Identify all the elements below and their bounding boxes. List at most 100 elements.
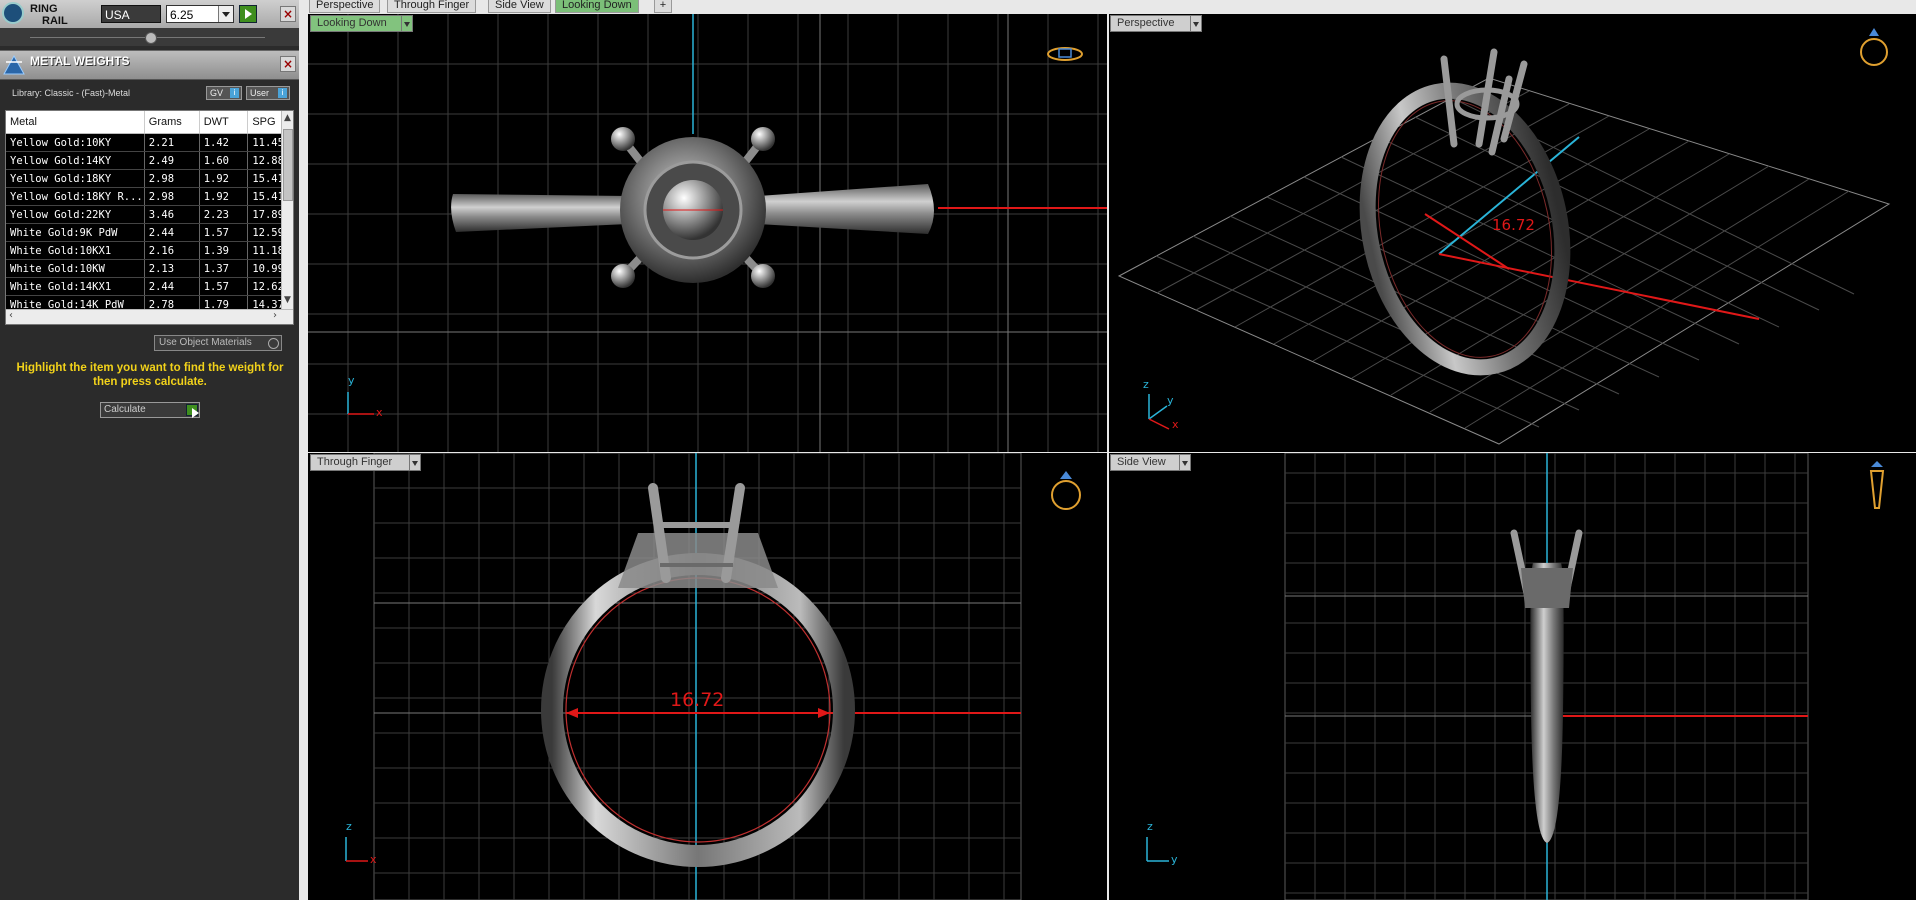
viewport-dropdown-icon[interactable]: [1190, 15, 1202, 32]
metal-weights-title: METAL WEIGHTS: [30, 54, 130, 68]
ring-orientation-icon: [1869, 461, 1885, 509]
axis-label-depth: y: [1167, 394, 1174, 407]
through-finger-scene: [345, 453, 1081, 900]
add-tab-icon[interactable]: +: [654, 0, 672, 13]
table-row[interactable]: Yellow Gold:18KY R... 2.98 1.92 15.41: [6, 187, 293, 206]
table-cell: 1.57: [199, 277, 249, 296]
viewport-dropdown-icon[interactable]: [409, 454, 421, 471]
table-cell: White Gold:14KX1: [6, 277, 145, 296]
table-row[interactable]: Yellow Gold:10KY 2.21 1.42 11.45: [6, 133, 293, 152]
calculate-button[interactable]: Calculate: [100, 402, 200, 418]
gv-toggle[interactable]: GV i: [206, 86, 242, 100]
metal-weights-table: Metal Grams DWT SPG Yellow Gold:10KY 2.21…: [5, 110, 294, 325]
ring-orientation-icon: [1047, 47, 1083, 61]
info-icon: i: [230, 88, 239, 98]
table-cell: 2.49: [144, 151, 200, 170]
tab-side-view[interactable]: Side View: [488, 0, 551, 13]
table-cell: Yellow Gold:22KY: [6, 205, 145, 224]
viewport-label-side-view[interactable]: Side View: [1110, 454, 1180, 471]
chevron-down-icon[interactable]: [218, 6, 233, 22]
close-ring-rail-icon[interactable]: ×: [280, 6, 296, 22]
table-cell: Yellow Gold:10KY: [6, 133, 145, 152]
table-row[interactable]: Yellow Gold:14KY 2.49 1.60 12.88: [6, 151, 293, 170]
left-panel: RING RAIL USA 6.25 × METAL WEIGHTS × Lib…: [0, 0, 299, 900]
table-row[interactable]: Yellow Gold:18KY 2.98 1.92 15.41: [6, 169, 293, 188]
apply-size-button[interactable]: [239, 5, 257, 23]
table-cell: 1.92: [199, 169, 249, 188]
axis-label-vertical: z: [1147, 820, 1153, 833]
scroll-down-icon[interactable]: ▼: [283, 295, 292, 309]
looking-down-scene: [308, 14, 1107, 452]
ring-size-dropdown[interactable]: 6.25: [166, 5, 234, 23]
play-icon: [186, 404, 199, 418]
use-object-materials-label: Use Object Materials: [159, 337, 252, 348]
close-metal-weights-icon[interactable]: ×: [280, 56, 296, 72]
viewport-dropdown-icon[interactable]: [1179, 454, 1191, 471]
column-header-dwt[interactable]: DWT: [199, 111, 249, 134]
use-object-materials-toggle[interactable]: Use Object Materials: [154, 335, 282, 351]
slider-knob-icon[interactable]: [145, 32, 157, 44]
table-row[interactable]: White Gold:10KX1 2.16 1.39 11.18: [6, 241, 293, 260]
scroll-left-icon[interactable]: ‹: [9, 310, 13, 321]
through-finger-measure-label: 16.72: [670, 689, 725, 711]
column-header-grams[interactable]: Grams: [144, 111, 200, 134]
viewport-through-finger[interactable]: 16.72 z x Through Finger: [308, 453, 1107, 900]
info-icon: i: [278, 88, 287, 98]
table-horizontal-scrollbar[interactable]: ‹ ›: [6, 309, 293, 324]
gv-toggle-label: GV: [210, 88, 224, 98]
axis-indicator: [1148, 394, 1170, 430]
metal-weights-header: METAL WEIGHTS ×: [0, 50, 299, 80]
axis-label-horizontal: y: [1171, 853, 1178, 866]
scroll-up-icon[interactable]: ▲: [283, 113, 292, 127]
scroll-thumb[interactable]: [283, 129, 293, 201]
table-row[interactable]: White Gold:10KW 2.13 1.37 10.99: [6, 259, 293, 278]
perspective-measure-label: 16.72: [1492, 216, 1535, 234]
tab-through-finger[interactable]: Through Finger: [387, 0, 477, 13]
user-toggle-label: User: [250, 88, 270, 98]
axis-label-vertical: y: [348, 374, 355, 387]
tab-perspective[interactable]: Perspective: [309, 0, 381, 13]
table-cell: White Gold:10KW: [6, 259, 145, 278]
table-cell: 1.42: [199, 133, 249, 152]
table-vertical-scrollbar[interactable]: ▲ ▼: [281, 111, 293, 310]
column-header-metal[interactable]: Metal: [6, 111, 145, 134]
tab-looking-down[interactable]: Looking Down: [555, 0, 639, 13]
viewport-looking-down[interactable]: y x Looking Down: [308, 14, 1107, 452]
table-cell: 2.21: [144, 133, 200, 152]
region-select[interactable]: USA: [101, 5, 161, 23]
library-label: Library: Classic - (Fast)-Metal: [12, 88, 131, 98]
table-row[interactable]: White Gold:14KX1 2.44 1.57 12.62: [6, 277, 293, 296]
table-cell: 2.44: [144, 223, 200, 242]
user-toggle[interactable]: User i: [246, 86, 290, 100]
axis-indicator: [347, 392, 374, 415]
table-cell: White Gold:9K PdW: [6, 223, 145, 242]
table-cell: 1.37: [199, 259, 249, 278]
table-row[interactable]: White Gold:9K PdW 2.44 1.57 12.59: [6, 223, 293, 242]
table-cell: White Gold:10KX1: [6, 241, 145, 260]
ring-size-value: 6.25: [170, 8, 194, 22]
viewport-side-view[interactable]: z y Side View: [1109, 453, 1916, 900]
viewport-label-perspective[interactable]: Perspective: [1110, 15, 1191, 32]
checkbox-icon[interactable]: [268, 338, 279, 349]
table-cell: 2.16: [144, 241, 200, 260]
ring-rail-title-2: RAIL: [42, 15, 68, 27]
table-cell: 1.57: [199, 223, 249, 242]
ring-rail-toolbar: RING RAIL USA 6.25 ×: [0, 0, 299, 29]
table-cell: 2.13: [144, 259, 200, 278]
viewport-label-looking-down[interactable]: Looking Down: [310, 15, 402, 32]
table-cell: 1.60: [199, 151, 249, 170]
axis-label-vertical: z: [346, 820, 352, 833]
panel-slider[interactable]: [0, 28, 299, 46]
scroll-right-icon[interactable]: ›: [273, 310, 277, 321]
ring-rail-logo-icon: [2, 2, 24, 24]
view-tab-bar: Perspective Through Finger Side View Loo…: [305, 0, 1916, 13]
viewport-perspective[interactable]: 16.72 z y x Perspective: [1109, 14, 1916, 452]
axis-label-horizontal: x: [1172, 418, 1179, 431]
axis-indicator: [345, 837, 368, 862]
viewport-dropdown-icon[interactable]: [401, 15, 413, 32]
table-cell: Yellow Gold:18KY R...: [6, 187, 145, 206]
table-cell: Yellow Gold:18KY: [6, 169, 145, 188]
table-row[interactable]: Yellow Gold:22KY 3.46 2.23 17.89: [6, 205, 293, 224]
viewport-label-through-finger[interactable]: Through Finger: [310, 454, 410, 471]
table-cell: 2.44: [144, 277, 200, 296]
